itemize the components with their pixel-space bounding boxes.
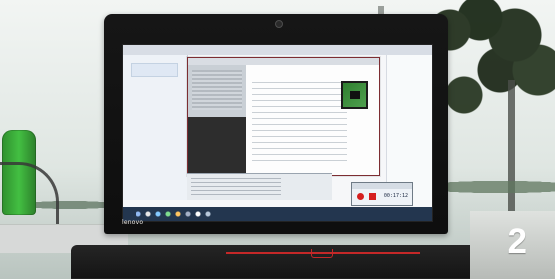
recorder-time: 00:17:12 bbox=[383, 193, 408, 199]
screen-top-strip bbox=[123, 45, 432, 55]
stop-icon bbox=[369, 193, 376, 200]
main-application-window bbox=[187, 57, 380, 176]
screen-recorder-widget: 00:17:12 bbox=[351, 182, 413, 206]
scene: 00:17:12 lenovo 2 bbox=[0, 0, 555, 279]
lower-panel-lines bbox=[191, 178, 281, 196]
taskbar-icons bbox=[136, 211, 226, 218]
record-icon bbox=[357, 193, 364, 200]
taskbar bbox=[123, 207, 432, 221]
left-side-panel bbox=[123, 55, 188, 200]
red-accent-line bbox=[226, 249, 420, 258]
laptop-screen: 00:17:12 bbox=[122, 44, 433, 222]
laptop-base bbox=[71, 245, 501, 279]
recorder-header bbox=[352, 183, 412, 189]
webcam-icon bbox=[275, 20, 283, 28]
brand-logo: lenovo bbox=[122, 219, 144, 226]
left-panel-card bbox=[131, 63, 178, 77]
window-titlebar bbox=[188, 58, 379, 65]
lower-panel bbox=[187, 173, 332, 200]
chip-image bbox=[341, 81, 368, 109]
window-list-rows bbox=[192, 70, 242, 110]
overlay-number: 2 bbox=[507, 222, 527, 261]
window-left-subpanel bbox=[188, 65, 247, 117]
document-lines bbox=[252, 82, 347, 162]
right-side-panel bbox=[386, 55, 432, 200]
document-area bbox=[246, 65, 379, 175]
laptop-lid: 00:17:12 lenovo bbox=[104, 14, 448, 234]
dark-preview-pane bbox=[188, 117, 246, 175]
